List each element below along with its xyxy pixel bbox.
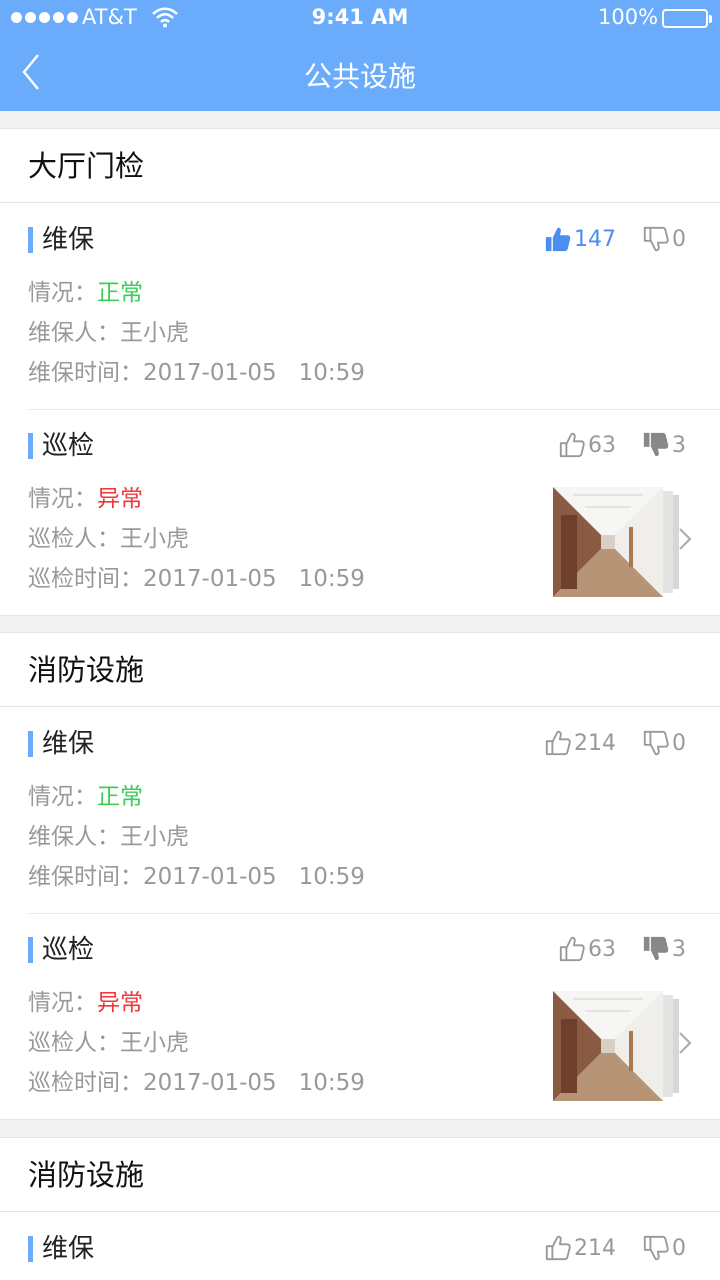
like-count: 147 xyxy=(574,226,616,252)
record-type: 巡检 xyxy=(28,429,94,463)
battery-icon xyxy=(662,9,712,28)
thumbs-down-icon xyxy=(642,1234,670,1262)
thumbs-up-icon xyxy=(544,225,572,253)
like-count: 63 xyxy=(588,432,616,458)
inspection-photo[interactable] xyxy=(553,991,679,1101)
thumbs-up-icon xyxy=(544,729,572,757)
thumbs-down-icon xyxy=(642,729,670,757)
dislike-count: 0 xyxy=(672,226,686,252)
status-line: 情况：异常 xyxy=(28,486,143,512)
maintenance-record[interactable]: 维保 214 0 情况：正常 维保人：王小虎 维保时间：2017-01-05 1… xyxy=(0,707,720,913)
person-line: 维保人：王小虎 xyxy=(28,320,189,346)
like-count: 214 xyxy=(574,1235,616,1261)
inspection-photo[interactable] xyxy=(553,487,679,597)
time-line: 巡检时间：2017-01-05 10:59 xyxy=(28,1070,365,1096)
status-line: 情况：正常 xyxy=(28,280,143,306)
status-abnormal: 异常 xyxy=(97,486,143,512)
like-button[interactable]: 214 xyxy=(544,1234,616,1262)
person-line: 巡检人：王小虎 xyxy=(28,1030,189,1056)
facility-section: 消防设施 维保 214 0 情况：正常 维保人：王小虎 维保时间：2017-01… xyxy=(0,632,720,1120)
inspection-record[interactable]: 巡检 63 3 情况：异常 巡检人：王小虎 巡检时间：2017-01-05 10… xyxy=(0,913,720,1119)
chevron-right-icon[interactable] xyxy=(678,1031,692,1055)
person-line: 巡检人：王小虎 xyxy=(28,526,189,552)
vote-bar: 147 0 xyxy=(544,223,686,255)
corridor-photo xyxy=(553,991,663,1101)
page-title: 公共设施 xyxy=(303,60,416,93)
status-normal: 正常 xyxy=(97,280,143,306)
status-line: 情况：异常 xyxy=(28,990,143,1016)
dislike-count: 3 xyxy=(672,936,686,962)
maintenance-record[interactable]: 维保 214 0 xyxy=(0,1212,720,1280)
dislike-button[interactable]: 0 xyxy=(642,225,686,253)
status-normal: 正常 xyxy=(97,784,143,810)
dislike-count: 0 xyxy=(672,730,686,756)
like-count: 63 xyxy=(588,936,616,962)
dislike-button[interactable]: 3 xyxy=(642,935,686,963)
maintenance-record[interactable]: 维保 147 0 情况：正常 维保人：王小虎 维保时间：2017-01-05 1… xyxy=(0,203,720,409)
thumbs-down-icon xyxy=(642,935,670,963)
vote-bar: 63 3 xyxy=(558,429,686,461)
vote-bar: 214 0 xyxy=(544,727,686,759)
inspection-record[interactable]: 巡检 63 3 情况：异常 巡检人：王小虎 巡检时间：2017-01-05 10… xyxy=(0,409,720,615)
like-count: 214 xyxy=(574,730,616,756)
like-button[interactable]: 63 xyxy=(558,935,616,963)
dislike-button[interactable]: 3 xyxy=(642,431,686,459)
time-line: 维保时间：2017-01-05 10:59 xyxy=(28,360,365,386)
record-type: 维保 xyxy=(28,1232,94,1266)
battery-percentage: 100% xyxy=(598,5,659,29)
time-line: 维保时间：2017-01-05 10:59 xyxy=(28,864,365,890)
like-button[interactable]: 147 xyxy=(544,225,616,253)
record-type: 巡检 xyxy=(28,933,94,967)
section-title: 消防设施 xyxy=(0,633,720,707)
record-type: 维保 xyxy=(28,223,94,257)
thumbs-up-icon xyxy=(558,935,586,963)
status-line: 情况：正常 xyxy=(28,784,143,810)
status-bar: AT&T 9:41 AM 100% xyxy=(0,0,720,36)
record-type: 维保 xyxy=(28,727,94,761)
app-header: AT&T 9:41 AM 100% 公共设施 xyxy=(0,0,720,111)
person-line: 维保人：王小虎 xyxy=(28,824,189,850)
dislike-button[interactable]: 0 xyxy=(642,729,686,757)
vote-bar: 63 3 xyxy=(558,933,686,965)
dislike-count: 0 xyxy=(672,1235,686,1261)
section-title: 消防设施 xyxy=(0,1138,720,1212)
like-button[interactable]: 63 xyxy=(558,431,616,459)
corridor-photo xyxy=(553,487,663,597)
chevron-right-icon[interactable] xyxy=(678,527,692,551)
dislike-button[interactable]: 0 xyxy=(642,1234,686,1262)
thumbs-down-icon xyxy=(642,431,670,459)
thumbs-up-icon xyxy=(544,1234,572,1262)
facility-section: 大厅门检 维保 147 0 情况：正常 维保人：王小虎 维保时间：2017-01… xyxy=(0,128,720,616)
status-abnormal: 异常 xyxy=(97,990,143,1016)
dislike-count: 3 xyxy=(672,432,686,458)
section-title: 大厅门检 xyxy=(0,129,720,203)
facility-section: 消防设施 维保 214 0 xyxy=(0,1137,720,1280)
like-button[interactable]: 214 xyxy=(544,729,616,757)
vote-bar: 214 0 xyxy=(544,1232,686,1264)
time-line: 巡检时间：2017-01-05 10:59 xyxy=(28,566,365,592)
thumbs-down-icon xyxy=(642,225,670,253)
thumbs-up-icon xyxy=(558,431,586,459)
